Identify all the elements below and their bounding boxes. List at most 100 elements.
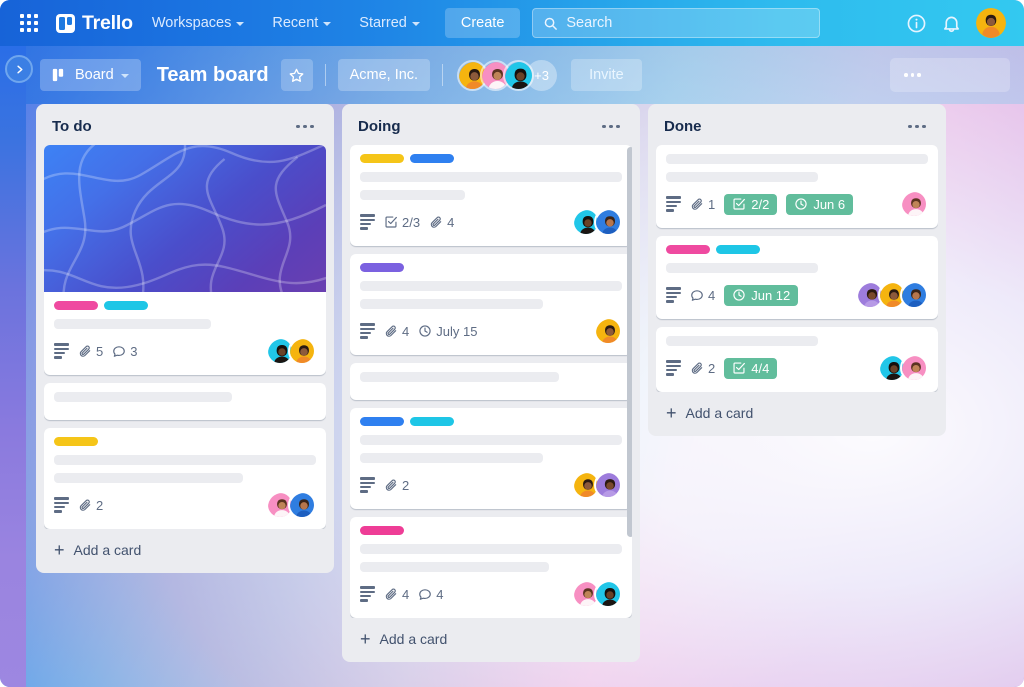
attachment-icon bbox=[385, 325, 397, 337]
workspace-chip[interactable]: Acme, Inc. bbox=[337, 59, 431, 91]
nav-starred[interactable]: Starred bbox=[350, 9, 429, 37]
list-title[interactable]: Doing bbox=[358, 118, 401, 135]
board-card[interactable]: 2 4/4 bbox=[656, 327, 938, 392]
grid-apps-icon[interactable] bbox=[16, 10, 42, 36]
card-badge-value: 4 bbox=[447, 214, 455, 230]
board-card[interactable] bbox=[44, 383, 326, 420]
board-card[interactable]: 4 July 15 bbox=[350, 254, 632, 355]
create-button[interactable]: Create bbox=[444, 8, 521, 38]
card-badge-value: 2 bbox=[96, 497, 104, 513]
board-view-switcher[interactable]: Board bbox=[40, 59, 141, 91]
checklist-icon bbox=[733, 198, 746, 210]
card-members bbox=[900, 190, 928, 218]
card-badge-attachment: 4 bbox=[384, 587, 409, 602]
card-badge-value: Jun 6 bbox=[813, 196, 846, 212]
board-menu-button[interactable] bbox=[890, 58, 1010, 92]
list-title[interactable]: To do bbox=[52, 118, 92, 135]
page-title[interactable]: Team board bbox=[157, 64, 269, 87]
card-label bbox=[104, 301, 148, 310]
list-menu-button[interactable] bbox=[292, 121, 318, 133]
card-badge-value: 2 bbox=[708, 360, 716, 376]
card-badge-attachment: 4 bbox=[384, 324, 409, 339]
add-card-button[interactable]: + Add a card bbox=[656, 392, 938, 428]
board-list: To do 5 3 2 + Add a card bbox=[36, 104, 334, 573]
attachment-icon bbox=[691, 362, 703, 374]
card-badge-description bbox=[666, 287, 681, 303]
card-footer: 2 4/4 bbox=[666, 354, 928, 382]
member-avatar[interactable] bbox=[900, 281, 928, 309]
card-label bbox=[360, 154, 404, 163]
star-button[interactable] bbox=[280, 59, 313, 91]
card-badge-value: 3 bbox=[130, 343, 138, 359]
board-card[interactable]: 44 bbox=[350, 517, 632, 618]
sidebar-toggle-button[interactable] bbox=[5, 55, 33, 83]
card-badge-description bbox=[360, 323, 375, 339]
card-footer: 44 bbox=[360, 580, 622, 608]
add-card-button[interactable]: + Add a card bbox=[350, 618, 632, 654]
card-title-placeholder bbox=[666, 263, 818, 273]
card-badge-attachment: 2 bbox=[78, 498, 103, 513]
board-view-label: Board bbox=[75, 67, 114, 83]
user-avatar[interactable] bbox=[976, 8, 1006, 38]
description-icon bbox=[360, 214, 375, 230]
comment-icon bbox=[113, 346, 126, 357]
list-title[interactable]: Done bbox=[664, 118, 702, 135]
list-menu-button[interactable] bbox=[598, 121, 624, 133]
trello-home-link[interactable]: Trello bbox=[56, 12, 133, 35]
list-header: To do bbox=[44, 112, 326, 145]
info-circle-icon[interactable] bbox=[906, 13, 927, 34]
card-title-placeholder bbox=[54, 319, 212, 329]
card-badge-value: 2/2 bbox=[751, 196, 770, 212]
member-avatar[interactable] bbox=[288, 337, 316, 365]
board-card[interactable]: 2 bbox=[44, 428, 326, 529]
member-avatar[interactable] bbox=[503, 59, 535, 91]
board-card[interactable] bbox=[350, 363, 632, 400]
attachment-icon bbox=[385, 588, 397, 600]
nav-recent[interactable]: Recent bbox=[263, 9, 340, 37]
search-input[interactable]: Search bbox=[532, 8, 821, 38]
card-title-placeholder bbox=[666, 172, 818, 182]
member-avatar[interactable] bbox=[288, 491, 316, 519]
member-avatar[interactable] bbox=[900, 190, 928, 218]
card-footer: 2/3 4 bbox=[360, 208, 622, 236]
list-scrollbar[interactable] bbox=[627, 147, 632, 537]
list-menu-button[interactable] bbox=[904, 121, 930, 133]
member-avatar[interactable] bbox=[594, 471, 622, 499]
card-title-placeholder bbox=[360, 299, 544, 309]
invite-button[interactable]: Invite bbox=[571, 59, 642, 91]
board-card[interactable]: 1 2/2 Jun 6 bbox=[656, 145, 938, 228]
member-avatar[interactable] bbox=[594, 317, 622, 345]
plus-icon: + bbox=[54, 540, 65, 560]
attachment-icon bbox=[691, 198, 703, 210]
card-title-placeholder bbox=[360, 190, 465, 200]
board-card[interactable]: 53 bbox=[44, 145, 326, 375]
list-cards: 532 bbox=[44, 145, 326, 529]
card-badge-attachment: 1 bbox=[690, 197, 715, 212]
card-members bbox=[856, 281, 928, 309]
card-badge-value: 2 bbox=[402, 477, 410, 493]
member-avatar[interactable] bbox=[594, 580, 622, 608]
card-badge-attachment: 5 bbox=[78, 344, 103, 359]
card-badge-comment: 4 bbox=[690, 288, 715, 303]
add-card-label: Add a card bbox=[685, 405, 754, 421]
trello-app-window: Trello Workspaces Recent Starred Create … bbox=[0, 0, 1024, 687]
board-list: Doing 2/3 4 4 July 15 2 4 4 + Add a card bbox=[342, 104, 640, 662]
board-card[interactable]: 2/3 4 bbox=[350, 145, 632, 246]
board-card[interactable]: 2 bbox=[350, 408, 632, 509]
description-icon bbox=[666, 196, 681, 212]
card-badge-checklist-complete: 4/4 bbox=[724, 357, 778, 379]
add-card-button[interactable]: + Add a card bbox=[44, 529, 326, 565]
chevron-down-icon bbox=[120, 74, 129, 78]
member-avatar[interactable] bbox=[594, 208, 622, 236]
member-avatar[interactable] bbox=[900, 354, 928, 382]
card-badge-due-date-complete: Jun 6 bbox=[786, 193, 854, 215]
card-footer: 1 2/2 Jun 6 bbox=[666, 190, 928, 218]
top-navigation-bar: Trello Workspaces Recent Starred Create … bbox=[0, 0, 1024, 46]
nav-workspaces[interactable]: Workspaces bbox=[143, 9, 254, 37]
board-card[interactable]: 4 Jun 12 bbox=[656, 236, 938, 319]
trello-logo-icon bbox=[56, 13, 75, 33]
description-icon bbox=[666, 287, 681, 303]
bell-icon[interactable] bbox=[941, 13, 962, 34]
nav-recent-label: Recent bbox=[272, 15, 319, 31]
description-icon bbox=[360, 586, 375, 602]
